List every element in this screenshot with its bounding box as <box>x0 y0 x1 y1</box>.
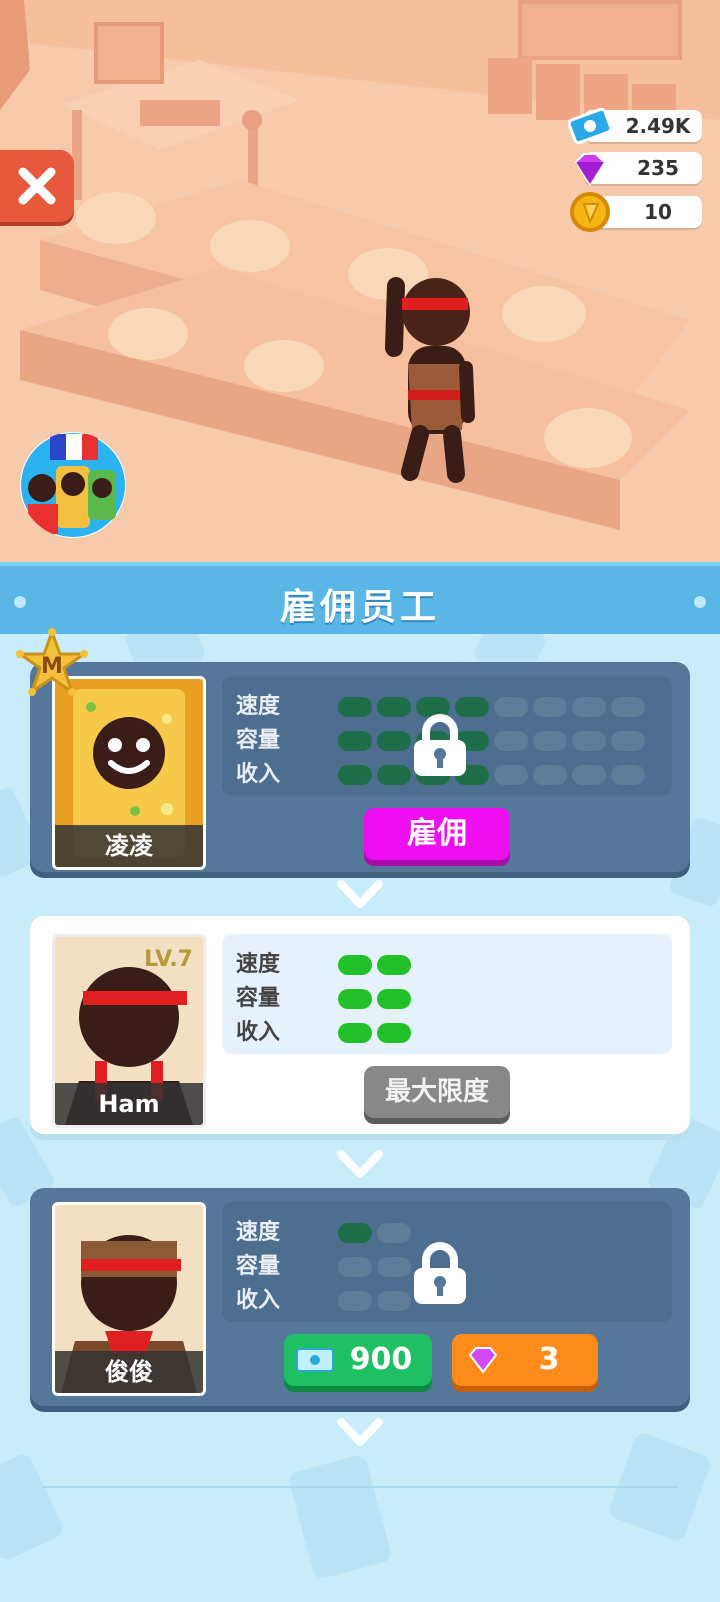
stat-pip <box>338 1291 372 1311</box>
stat-label-income: 收入 <box>236 1288 281 1313</box>
income-pips <box>338 765 678 787</box>
speed-pips <box>338 955 678 977</box>
stat-label-capacity: 容量 <box>236 986 281 1011</box>
gem-counter: 235 <box>574 152 702 186</box>
capacity-pips <box>338 989 678 1011</box>
stat-pip <box>338 765 372 785</box>
coin-icon <box>570 192 610 232</box>
stat-label-speed: 速度 <box>236 694 281 719</box>
hire-button[interactable]: 雇佣 <box>364 808 510 860</box>
gem-icon <box>468 1347 498 1374</box>
stat-pip <box>377 765 411 785</box>
close-icon <box>18 167 56 205</box>
stat-pip <box>533 697 567 717</box>
team-avatar-icon <box>21 433 125 537</box>
capacity-pips <box>338 731 678 753</box>
stat-pip <box>494 765 528 785</box>
panel-title-bar: 雇佣员工 <box>0 562 720 634</box>
worker-portrait: 凌凌 <box>52 676 206 870</box>
stat-label-speed: 速度 <box>236 952 281 977</box>
stat-pip <box>494 697 528 717</box>
chevron-down-icon <box>337 1418 383 1446</box>
stat-pip <box>572 697 606 717</box>
stat-pip <box>533 731 567 751</box>
stat-pip <box>611 765 645 785</box>
stat-pip <box>338 989 372 1009</box>
worker-portrait: 俊俊 <box>52 1202 206 1396</box>
stat-pip <box>377 1023 411 1043</box>
stat-pip <box>533 765 567 785</box>
team-avatar-button[interactable] <box>20 432 126 538</box>
worker-name: 俊俊 <box>55 1351 203 1393</box>
stat-pip <box>377 1291 411 1311</box>
stats-box: 速度 容量 收入 <box>222 934 672 1054</box>
worker-name: 凌凌 <box>55 825 203 867</box>
panel-title: 雇佣员工 <box>279 587 440 628</box>
lock-icon <box>414 714 466 776</box>
stat-pip <box>338 697 372 717</box>
stat-pip <box>377 989 411 1009</box>
worker-card-2: LV.7 Ham 速度 容量 收入 最大限度 <box>30 916 690 1134</box>
stat-pip <box>494 731 528 751</box>
cash-counter: 2.49K <box>568 107 702 145</box>
rank-badge-letter: M <box>41 654 63 679</box>
chevron-down-icon <box>337 1150 383 1178</box>
cash-ticket-icon <box>568 107 612 145</box>
stat-pip <box>338 1023 372 1043</box>
coin-value: 10 <box>644 200 672 224</box>
stat-label-income: 收入 <box>236 762 281 787</box>
chevron-down-icon <box>337 880 383 908</box>
worker-card-1: 凌凌 速度 容量 收入 雇佣 <box>30 662 690 872</box>
worker-name: Ham <box>55 1083 203 1125</box>
stat-pip <box>377 1257 411 1277</box>
stat-label-income: 收入 <box>236 1020 281 1045</box>
stat-label-capacity: 容量 <box>236 1254 281 1279</box>
lock-icon <box>414 1242 466 1304</box>
capacity-pips <box>338 1257 678 1279</box>
gem-icon <box>574 153 606 186</box>
stat-pip <box>338 731 372 751</box>
stat-label-speed: 速度 <box>236 1220 281 1245</box>
manager-star-badge-icon: M <box>16 628 88 696</box>
stat-pip <box>338 955 372 975</box>
worker-card-3: 俊俊 速度 容量 收入 900 3 <box>30 1188 690 1406</box>
close-button[interactable] <box>0 150 74 222</box>
worker-level: LV.7 <box>144 947 193 972</box>
speed-pips <box>338 1223 678 1245</box>
hire-staff-panel: 雇佣员工 凌凌 速度 容量 收入 雇佣 M LV.7 Ham 速度 容量 收入 … <box>0 562 720 1602</box>
stat-pip <box>611 731 645 751</box>
coin-counter: 10 <box>570 192 702 232</box>
buy-with-cash-button[interactable]: 900 <box>284 1334 432 1386</box>
stat-pip <box>572 765 606 785</box>
stat-pip <box>338 1223 372 1243</box>
stat-pip <box>377 955 411 975</box>
worker-portrait: LV.7 Ham <box>52 934 206 1128</box>
stat-pip <box>377 697 411 717</box>
speed-pips <box>338 697 678 719</box>
gem-price: 3 <box>538 1342 560 1377</box>
worker-character <box>385 277 475 483</box>
buy-with-gems-button[interactable]: 3 <box>452 1334 598 1386</box>
cash-ticket-icon <box>296 1348 334 1372</box>
cash-value: 2.49K <box>625 114 691 138</box>
stat-label-capacity: 容量 <box>236 728 281 753</box>
stat-pip <box>572 731 606 751</box>
income-pips <box>338 1291 678 1313</box>
stat-pip <box>611 697 645 717</box>
income-pips <box>338 1023 678 1045</box>
max-level-button[interactable]: 最大限度 <box>364 1066 510 1118</box>
gem-value: 235 <box>637 156 679 180</box>
cash-price: 900 <box>349 1342 413 1377</box>
stat-pip <box>377 731 411 751</box>
stat-pip <box>377 1223 411 1243</box>
stat-pip <box>338 1257 372 1277</box>
